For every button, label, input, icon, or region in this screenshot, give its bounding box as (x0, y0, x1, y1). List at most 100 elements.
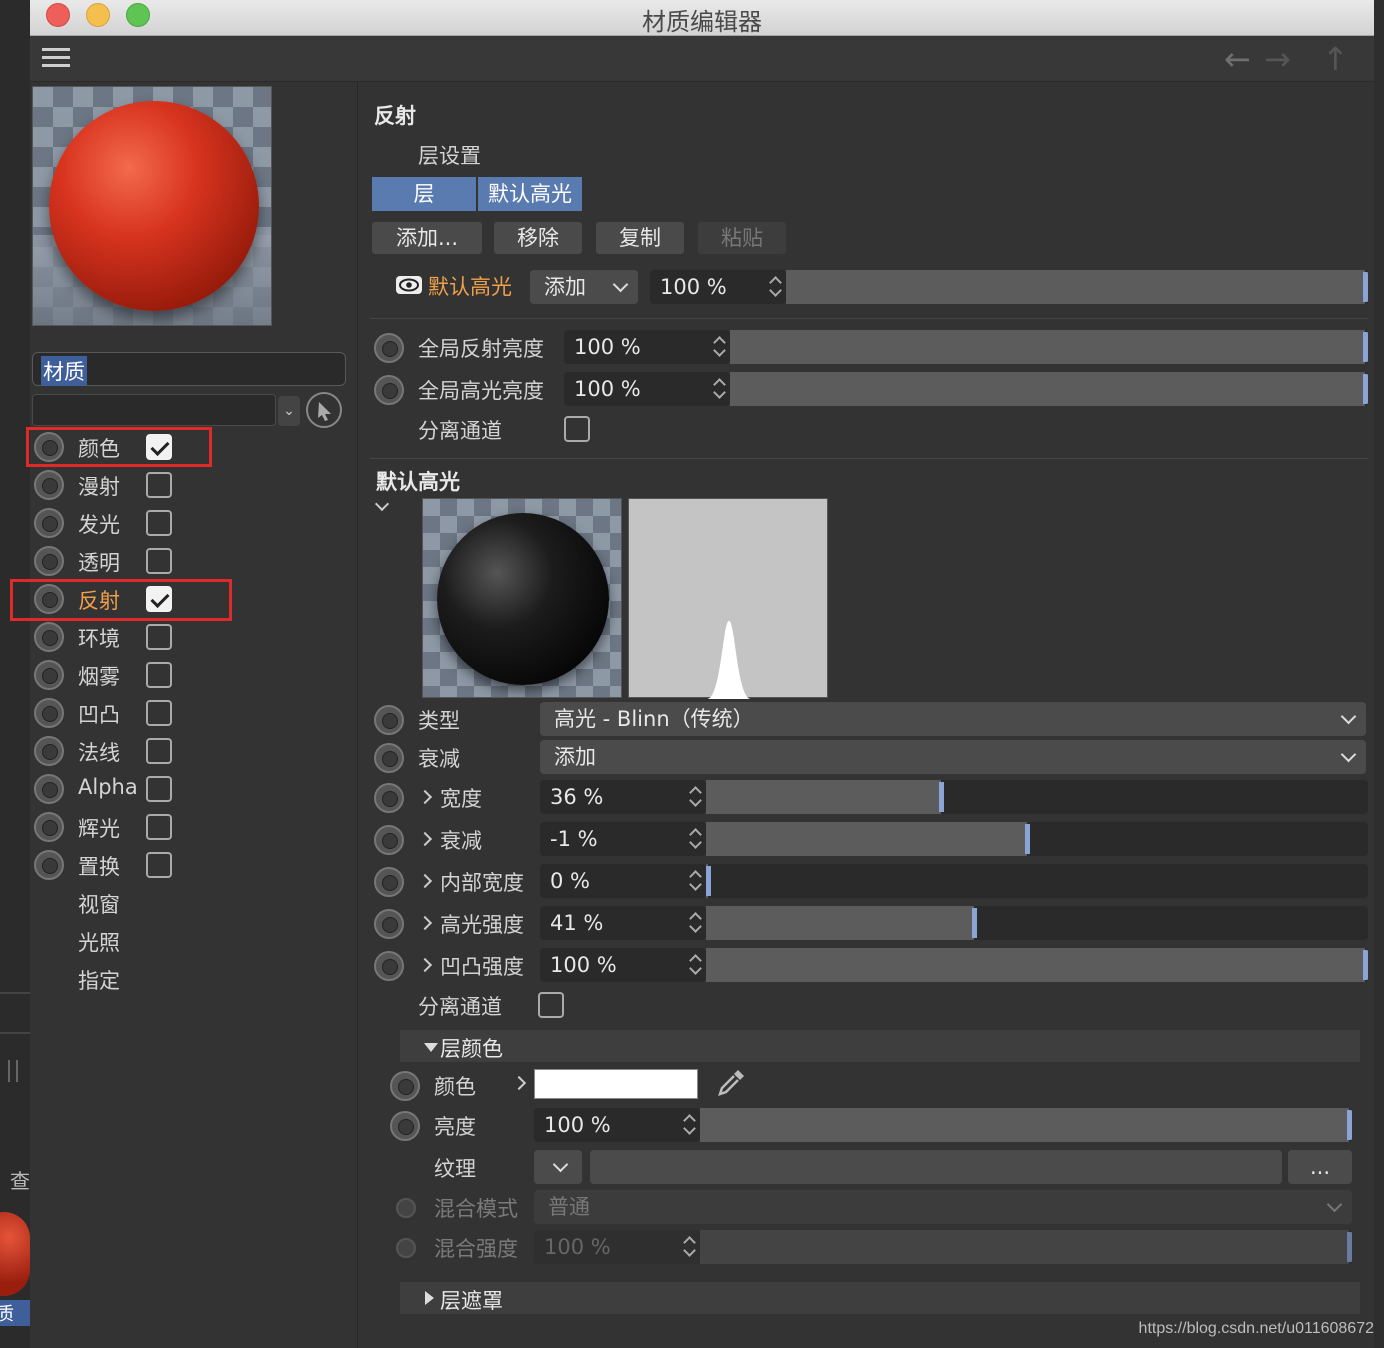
channel-checkbox[interactable] (146, 472, 172, 498)
channel-label[interactable]: 法线 (78, 737, 120, 767)
param-slider[interactable] (706, 780, 1368, 814)
channel-label[interactable]: 指定 (78, 965, 120, 995)
param-anim-radio[interactable] (374, 951, 404, 981)
channel-row[interactable]: 环境 (30, 619, 350, 655)
param-anim-radio[interactable] (374, 867, 404, 897)
eyedropper-icon[interactable] (714, 1066, 748, 1104)
resize-handle[interactable] (8, 1060, 18, 1082)
global-reflect-anim-radio[interactable] (374, 333, 404, 363)
channel-label[interactable]: Alpha (78, 775, 138, 799)
chevron-down-icon[interactable] (374, 496, 390, 512)
texture-dropdown[interactable] (534, 1150, 582, 1184)
pick-cursor-icon[interactable] (306, 392, 342, 428)
blend-strength-anim-radio[interactable] (396, 1238, 416, 1258)
channel-row[interactable]: 凹凸 (30, 695, 350, 731)
brightness-slider[interactable] (700, 1108, 1352, 1142)
channel-row[interactable]: 指定 (30, 961, 350, 997)
channel-anim-radio[interactable] (34, 508, 64, 538)
channel-row[interactable]: 烟雾 (30, 657, 350, 693)
param-field[interactable]: 100 % (540, 948, 706, 982)
layer-opacity-slider[interactable] (786, 270, 1368, 304)
channel-label[interactable]: 环境 (78, 623, 120, 653)
param-anim-radio[interactable] (374, 783, 404, 813)
channel-row[interactable]: 视窗 (30, 885, 350, 921)
texture-more-button[interactable]: ... (1288, 1150, 1352, 1184)
material-name-input[interactable]: 材质 (32, 352, 346, 386)
paste-layer-button[interactable]: 粘贴 (698, 222, 786, 254)
material-thumbnail[interactable] (0, 1212, 30, 1296)
chevron-right-icon[interactable] (417, 831, 433, 847)
global-reflect-field[interactable]: 100 % (564, 330, 730, 364)
param-slider[interactable] (706, 948, 1368, 982)
blend-strength-field[interactable]: 100 % (534, 1230, 700, 1264)
tab-default-spec[interactable]: 默认高光 (478, 177, 582, 211)
channel-anim-radio[interactable] (34, 660, 64, 690)
channel-anim-radio[interactable] (34, 850, 64, 880)
layer-name[interactable]: 默认高光 (428, 271, 512, 301)
attenuation-anim-radio[interactable] (374, 743, 404, 773)
material-preview[interactable] (32, 86, 272, 326)
blend-mode-anim-radio[interactable] (396, 1198, 416, 1218)
up-arrow-icon[interactable]: ↑ (1322, 40, 1349, 78)
attenuation-select[interactable]: 添加 (540, 740, 1366, 774)
channel-row[interactable]: 漫射 (30, 467, 350, 503)
channel-checkbox[interactable] (146, 510, 172, 536)
channel-checkbox[interactable] (146, 700, 172, 726)
global-spec-slider[interactable] (730, 372, 1368, 406)
channel-row[interactable]: 透明 (30, 543, 350, 579)
param-slider[interactable] (706, 864, 1368, 898)
channel-anim-radio[interactable] (34, 622, 64, 652)
channel-label[interactable]: 烟雾 (78, 661, 120, 691)
tab-layer[interactable]: 层 (372, 177, 476, 211)
channel-label[interactable]: 光照 (78, 927, 120, 957)
channel-label[interactable]: 透明 (78, 547, 120, 577)
channel-checkbox[interactable] (146, 548, 172, 574)
channel-checkbox[interactable] (146, 814, 172, 840)
channel-anim-radio[interactable] (34, 774, 64, 804)
global-reflect-slider[interactable] (730, 330, 1368, 364)
channel-row[interactable]: 发光 (30, 505, 350, 541)
param-field[interactable]: 36 % (540, 780, 706, 814)
chevron-right-icon[interactable] (417, 789, 433, 805)
param-field[interactable]: 41 % (540, 906, 706, 940)
channel-checkbox[interactable] (146, 776, 172, 802)
brightness-anim-radio[interactable] (390, 1111, 420, 1141)
channel-checkbox[interactable] (146, 662, 172, 688)
blend-strength-slider[interactable] (700, 1230, 1352, 1264)
channel-anim-radio[interactable] (34, 812, 64, 842)
channel-label[interactable]: 凹凸 (78, 699, 120, 729)
global-spec-anim-radio[interactable] (374, 375, 404, 405)
param-anim-radio[interactable] (374, 909, 404, 939)
separate-pass-checkbox[interactable] (564, 416, 590, 442)
channel-row[interactable]: 置换 (30, 847, 350, 883)
menu-icon[interactable] (42, 48, 70, 70)
channel-anim-radio[interactable] (34, 736, 64, 766)
channel-row[interactable]: 法线 (30, 733, 350, 769)
param-field[interactable]: 0 % (540, 864, 706, 898)
type-select[interactable]: 高光 - Blinn（传统） (540, 702, 1366, 736)
chevron-down-icon[interactable]: ⌄ (278, 396, 300, 426)
remove-layer-button[interactable]: 移除 (494, 222, 582, 254)
channel-anim-radio[interactable] (34, 470, 64, 500)
eye-icon[interactable] (396, 276, 422, 294)
param-anim-radio[interactable] (374, 825, 404, 855)
color-swatch[interactable] (534, 1069, 698, 1099)
channel-anim-radio[interactable] (34, 698, 64, 728)
layer-opacity-field[interactable]: 100 % (650, 270, 786, 304)
layer-mask-header[interactable]: 层遮罩 (400, 1282, 1360, 1314)
channel-row[interactable]: 辉光 (30, 809, 350, 845)
channel-checkbox[interactable] (146, 852, 172, 878)
channel-label[interactable]: 发光 (78, 509, 120, 539)
channel-label[interactable]: 置换 (78, 851, 120, 881)
chevron-right-icon[interactable] (417, 957, 433, 973)
channel-label[interactable]: 视窗 (78, 889, 120, 919)
brightness-field[interactable]: 100 % (534, 1108, 700, 1142)
layer-mode-select[interactable]: 添加 (530, 270, 638, 304)
copy-layer-button[interactable]: 复制 (596, 222, 684, 254)
param-slider[interactable] (706, 906, 1368, 940)
type-anim-radio[interactable] (374, 705, 404, 735)
back-arrow-icon[interactable]: ← (1224, 40, 1251, 78)
chevron-right-icon[interactable] (417, 915, 433, 931)
channel-anim-radio[interactable] (34, 546, 64, 576)
spec-separate-pass-checkbox[interactable] (538, 992, 564, 1018)
